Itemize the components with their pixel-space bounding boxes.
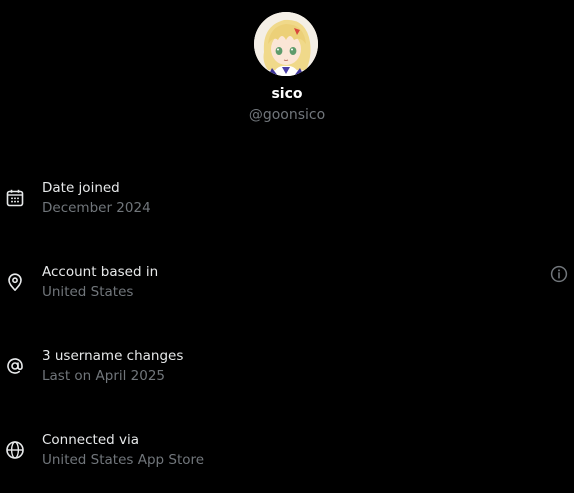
at-sign-icon — [5, 356, 25, 376]
row-title: 3 username changes — [42, 348, 184, 364]
row-subtitle: Last on April 2025 — [42, 368, 166, 384]
row-title: Account based in — [42, 264, 159, 280]
globe-icon — [5, 440, 25, 460]
info-row-account-based-in: Account based in United States — [0, 264, 574, 308]
username-handle: @goonsico — [248, 107, 326, 123]
display-name: sico — [271, 86, 303, 102]
row-title: Connected via — [42, 432, 139, 448]
calendar-icon — [5, 188, 25, 208]
row-subtitle: December 2024 — [42, 200, 151, 216]
location-pin-icon — [5, 272, 25, 292]
info-row-username-changes: 3 username changes Last on April 2025 — [0, 348, 574, 392]
row-subtitle: United States — [42, 284, 134, 300]
info-icon[interactable] — [550, 265, 568, 283]
info-row-connected-via: Connected via United States App Store — [0, 432, 574, 476]
avatar-image — [254, 12, 318, 76]
row-subtitle: United States App Store — [42, 452, 205, 468]
row-title: Date joined — [42, 180, 120, 196]
info-row-date-joined: Date joined December 2024 — [0, 180, 574, 224]
avatar[interactable] — [254, 12, 318, 76]
